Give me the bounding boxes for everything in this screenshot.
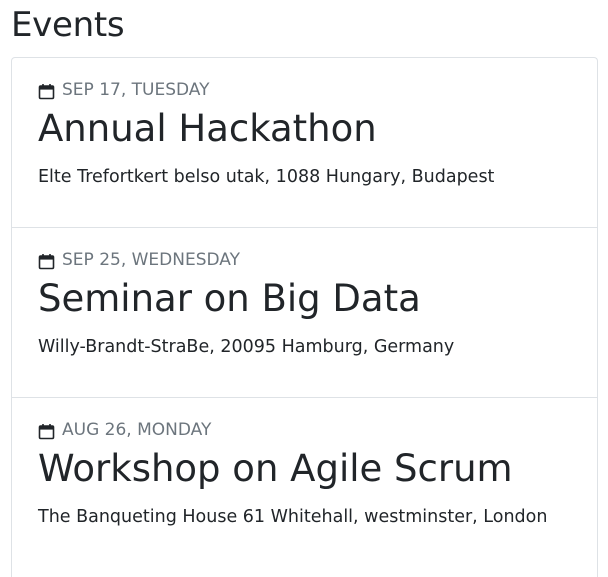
calendar-icon: [38, 423, 55, 440]
event-date-text: AUG 26, MONDAY: [62, 420, 212, 440]
calendar-icon: [38, 83, 55, 100]
event-item[interactable]: SEP 17, TUESDAY Annual Hackathon Elte Tr…: [12, 58, 597, 228]
event-date: SEP 25, WEDNESDAY: [38, 249, 240, 271]
event-title[interactable]: Workshop on Agile Scrum: [38, 446, 513, 492]
page-title: Events: [11, 5, 125, 45]
calendar-icon: [38, 253, 55, 270]
event-location: Willy-Brandt-StraBe, 20095 Hamburg, Germ…: [38, 337, 455, 357]
event-date-text: SEP 17, TUESDAY: [62, 80, 210, 100]
event-date-text: SEP 25, WEDNESDAY: [62, 250, 241, 270]
event-location: Elte Trefortkert belso utak, 1088 Hungar…: [38, 167, 495, 187]
event-item[interactable]: AUG 26, MONDAY Workshop on Agile Scrum T…: [12, 398, 597, 568]
event-location: The Banqueting House 61 Whitehall, westm…: [38, 507, 548, 527]
event-title[interactable]: Seminar on Big Data: [38, 276, 421, 322]
events-list: SEP 17, TUESDAY Annual Hackathon Elte Tr…: [11, 57, 598, 577]
event-title[interactable]: Annual Hackathon: [38, 106, 377, 152]
event-date: SEP 17, TUESDAY: [38, 79, 209, 101]
event-item[interactable]: SEP 25, WEDNESDAY Seminar on Big Data Wi…: [12, 228, 597, 398]
event-date: AUG 26, MONDAY: [38, 419, 211, 441]
